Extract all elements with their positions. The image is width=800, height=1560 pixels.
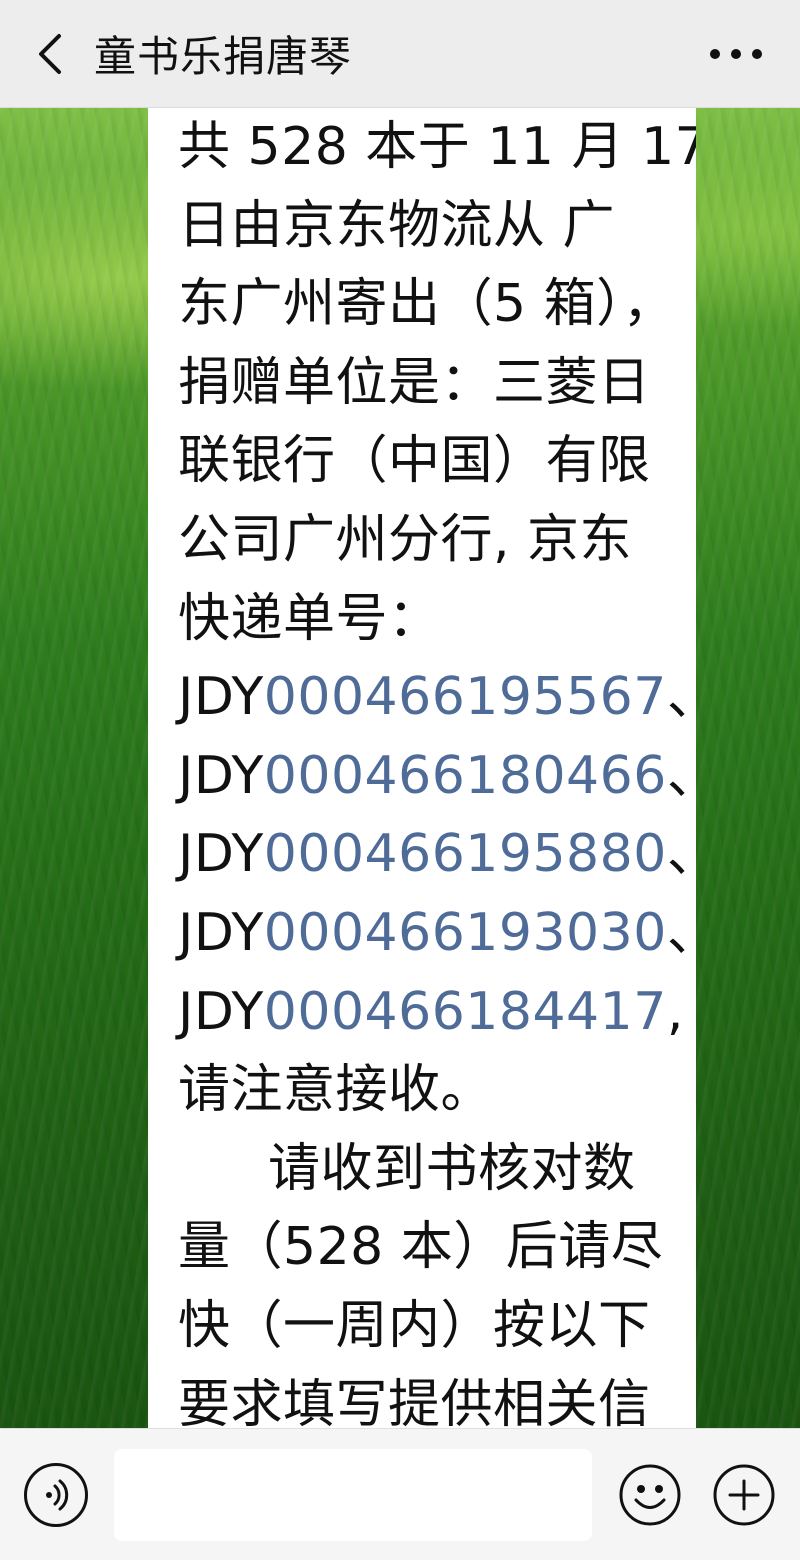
- tracking-number-link[interactable]: 000466180466: [264, 746, 667, 806]
- more-icon: [752, 48, 762, 59]
- tracking-number-link[interactable]: 000466195880: [264, 824, 667, 884]
- page-title: 童书乐捐唐琴: [94, 32, 353, 81]
- bottom-bar: [0, 1428, 800, 1560]
- tracking-number-link[interactable]: 000466184417: [264, 982, 667, 1042]
- plus-button[interactable]: [712, 1463, 776, 1527]
- text-line: 捐赠单位是：三菱日: [178, 352, 651, 413]
- text-line: 共 528 本于 11 月 17: [178, 117, 696, 177]
- tracking-number-line: JDY000466195880、: [178, 815, 696, 894]
- tracking-number-line: JDY000466184417,: [178, 973, 683, 1052]
- top-bar: 童书乐捐唐琴: [0, 0, 800, 108]
- tracking-prefix: JDY: [178, 745, 264, 806]
- more-icon: [731, 48, 741, 59]
- text-line: 量（528 本）后请尽: [178, 1217, 664, 1278]
- tracking-prefix: JDY: [178, 824, 264, 885]
- tracking-prefix: JDY: [178, 981, 264, 1042]
- separator: 、: [667, 746, 696, 806]
- message-input[interactable]: [114, 1449, 592, 1541]
- article-text: 共 528 本于 11 月 17 日由京东物流从 广 东广州寄出（5 箱）， 捐…: [178, 108, 696, 1429]
- text-line: 快（一周内）按以下: [178, 1295, 651, 1356]
- chevron-left-icon: [39, 33, 61, 74]
- plus-icon: [713, 1464, 775, 1526]
- emoji-button[interactable]: [618, 1463, 682, 1527]
- tracking-number-link[interactable]: 000466193030: [264, 903, 667, 963]
- tracking-prefix: JDY: [178, 902, 264, 963]
- voice-button[interactable]: [24, 1463, 88, 1527]
- text-line: 快递单号：: [178, 588, 441, 649]
- text-line: 公司广州分行, 京东: [178, 509, 633, 570]
- tracking-prefix: JDY: [178, 667, 264, 728]
- tracking-number-line: JDY000466195567、: [178, 658, 696, 737]
- text-line: 要求填写提供相关信: [178, 1374, 651, 1429]
- text-line: 东广州寄出（5 箱），: [178, 274, 676, 335]
- tracking-number-link[interactable]: 000466195567: [264, 667, 667, 727]
- text-line: 日由京东物流从 广: [178, 195, 616, 256]
- separator: ,: [666, 981, 684, 1042]
- back-button[interactable]: [22, 26, 78, 82]
- more-icon: [710, 48, 720, 59]
- more-button[interactable]: [710, 34, 762, 74]
- separator: 、: [667, 903, 696, 963]
- separator: 、: [667, 824, 696, 884]
- voice-icon: [46, 1479, 69, 1511]
- text-line: 联银行（中国）有限: [178, 431, 651, 492]
- tracking-number-line: JDY000466193030、: [178, 894, 696, 973]
- article-content: 共 528 本于 11 月 17 日由京东物流从 广 东广州寄出（5 箱）， 捐…: [148, 108, 696, 1428]
- separator: 、: [667, 667, 696, 727]
- tracking-number-line: JDY000466180466、: [178, 737, 696, 816]
- text-line: 请收到书核对数: [268, 1138, 636, 1199]
- emoji-icon: [619, 1464, 681, 1526]
- text-line: 请注意接收。: [178, 1060, 494, 1121]
